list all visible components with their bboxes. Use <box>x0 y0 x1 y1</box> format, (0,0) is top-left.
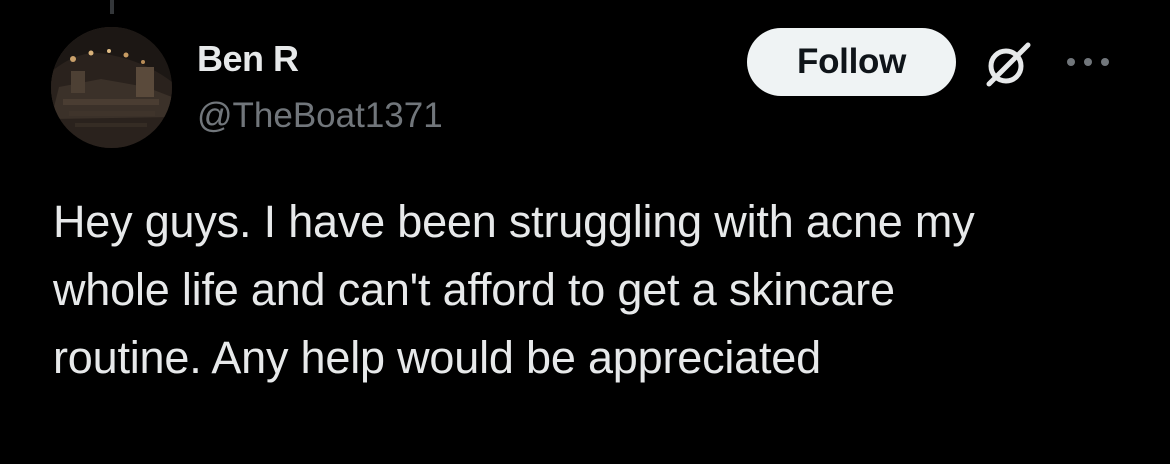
follow-button[interactable]: Follow <box>747 28 956 96</box>
author-handle[interactable]: @TheBoat1371 <box>197 96 443 136</box>
thread-connector-line <box>110 0 114 14</box>
avatar[interactable] <box>51 27 172 148</box>
more-icon[interactable] <box>1063 50 1113 74</box>
tweet-text: Hey guys. I have been struggling with ac… <box>53 196 975 383</box>
author-display-name[interactable]: Ben R <box>197 38 299 80</box>
avatar-photo-icon <box>51 27 172 148</box>
grok-icon[interactable] <box>980 36 1036 92</box>
